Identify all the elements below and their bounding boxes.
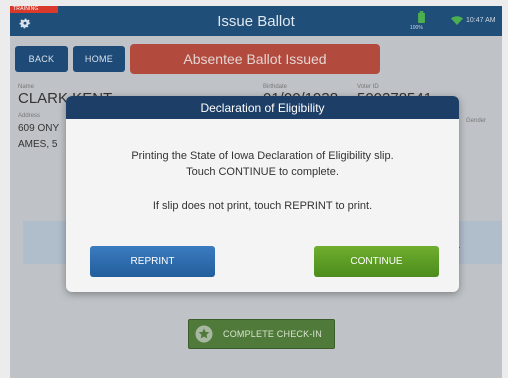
app-header: TRAINING Issue Ballot 100% 10:47 AM	[10, 6, 502, 36]
eligibility-dialog: Declaration of Eligibility Printing the …	[66, 96, 459, 292]
continue-button[interactable]: CONTINUE	[314, 246, 439, 277]
complete-checkin-label: COMPLETE CHECK-IN	[223, 329, 322, 339]
address-line-1: 609 ONY	[18, 123, 60, 134]
page-title: Issue Ballot	[217, 13, 295, 30]
back-button[interactable]: BACK	[15, 46, 68, 72]
star-icon	[195, 325, 213, 343]
address-label: Address	[18, 113, 41, 119]
reprint-button[interactable]: REPRINT	[90, 246, 215, 277]
address-line-2: AMES, 5	[18, 139, 58, 150]
wifi-icon	[451, 16, 463, 25]
dialog-message-line-3: If slip does not print, touch REPRINT to…	[152, 200, 373, 212]
gender-label: Gender	[466, 118, 487, 124]
battery-icon	[418, 11, 425, 23]
ipad-screen: TRAINING Issue Ballot 100% 10:47 AM BACK…	[10, 6, 502, 378]
status-banner: Absentee Ballot Issued	[130, 44, 380, 74]
home-button[interactable]: HOME	[73, 46, 125, 72]
clock: 10:47 AM	[466, 17, 496, 24]
dialog-message-line-2: Touch CONTINUE to complete.	[186, 166, 339, 178]
dialog-message-line-1: Printing the State of Iowa Declaration o…	[131, 150, 394, 162]
dialog-title: Declaration of Eligibility	[66, 96, 459, 119]
battery-percentage: 100%	[410, 25, 423, 31]
complete-checkin-button[interactable]: COMPLETE CHECK-IN	[188, 319, 335, 349]
